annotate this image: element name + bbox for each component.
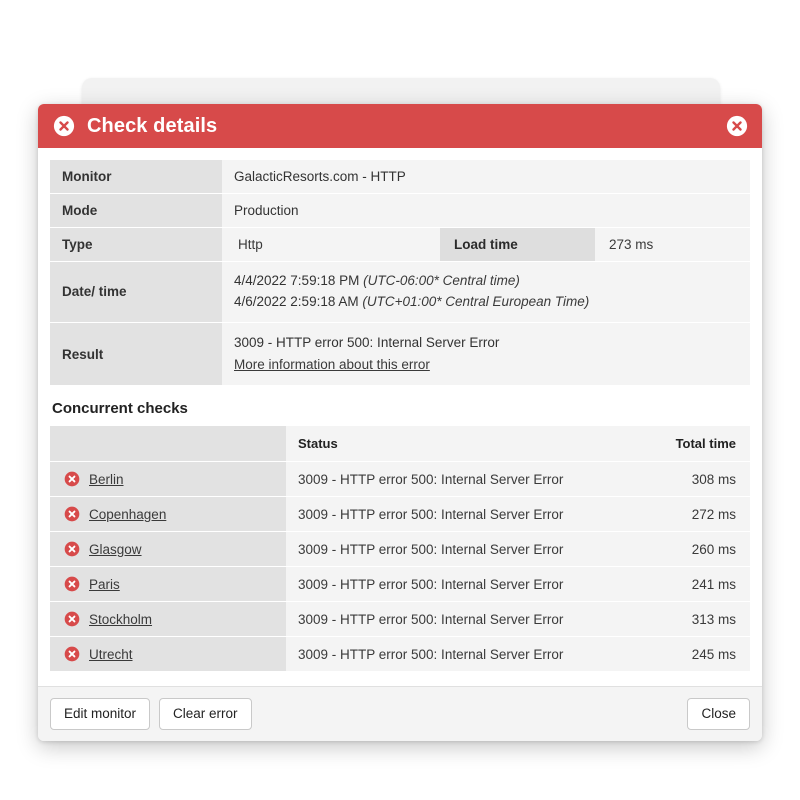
detail-row-datetime: Date/ time 4/4/2022 7:59:18 PM (UTC-06:0…	[50, 261, 750, 323]
datetime-local-tz: (UTC-06:00* Central time)	[363, 273, 520, 288]
dialog-footer: Edit monitor Clear error Close	[38, 686, 762, 741]
city-cell: Paris	[64, 576, 274, 592]
type-loadtime-cell: Http Load time 273 ms	[222, 227, 750, 262]
check-total-time-cell: 245 ms	[614, 636, 750, 673]
error-circle-x-icon	[64, 507, 80, 522]
detail-row-type: Type Http Load time 273 ms	[50, 227, 750, 262]
table-row: Glasgow 3009 - HTTP error 500: Internal S…	[50, 531, 750, 568]
city-link[interactable]: Glasgow	[89, 542, 142, 557]
check-details-table: Monitor GalacticResorts.com - HTTP Mode …	[50, 160, 750, 387]
datetime-value: 4/4/2022 7:59:18 PM (UTC-06:00* Central …	[222, 261, 750, 323]
city-link[interactable]: Berlin	[89, 472, 124, 487]
table-row: Paris 3009 - HTTP error 500: Internal Ser…	[50, 566, 750, 603]
check-total-time-cell: 308 ms	[614, 461, 750, 498]
datetime-line-1: 4/4/2022 7:59:18 PM (UTC-06:00* Central …	[234, 271, 738, 292]
datetime-remote-tz: (UTC+01:00* Central European Time)	[362, 293, 590, 309]
check-location-cell: Stockholm	[50, 601, 286, 638]
table-row: Stockholm 3009 - HTTP error 500: Internal…	[50, 601, 750, 638]
type-label: Type	[50, 227, 222, 262]
monitor-value: GalacticResorts.com - HTTP	[222, 160, 750, 194]
edit-monitor-button[interactable]: Edit monitor	[50, 698, 151, 730]
datetime-local-time: 4/4/2022 7:59:18 PM	[234, 273, 360, 288]
clear-error-button[interactable]: Clear error	[159, 698, 252, 730]
city-link[interactable]: Copenhagen	[89, 507, 166, 522]
error-circle-x-icon	[53, 115, 75, 137]
result-label: Result	[50, 322, 222, 387]
city-link[interactable]: Stockholm	[89, 612, 152, 627]
detail-row-mode: Mode Production	[50, 193, 750, 228]
concurrent-checks-head: Status Total time	[50, 426, 750, 463]
dialog-header: Check details	[38, 104, 762, 148]
detail-row-result: Result 3009 - HTTP error 500: Internal S…	[50, 322, 750, 387]
city-cell: Stockholm	[64, 611, 274, 627]
city-cell: Berlin	[64, 471, 274, 487]
check-details-dialog: Check details Monitor GalacticResorts.co…	[38, 104, 762, 741]
error-circle-x-icon	[64, 577, 80, 592]
check-location-cell: Copenhagen	[50, 496, 286, 533]
load-time-value: 273 ms	[595, 228, 750, 261]
concurrent-checks-body: Berlin 3009 - HTTP error 500: Internal Se…	[50, 461, 750, 673]
check-total-time-cell: 260 ms	[614, 531, 750, 568]
datetime-remote-time: 4/6/2022 2:59:18 AM	[234, 293, 359, 309]
check-location-cell: Glasgow	[50, 531, 286, 568]
check-location-cell: Berlin	[50, 461, 286, 498]
table-header-row: Status Total time	[50, 426, 750, 463]
dialog-body: Monitor GalacticResorts.com - HTTP Mode …	[38, 148, 762, 673]
check-status-cell: 3009 - HTTP error 500: Internal Server E…	[286, 636, 614, 673]
check-status-cell: 3009 - HTTP error 500: Internal Server E…	[286, 566, 614, 603]
column-header-total-time: Total time	[614, 426, 750, 463]
check-status-cell: 3009 - HTTP error 500: Internal Server E…	[286, 601, 614, 638]
close-icon[interactable]	[726, 115, 748, 137]
error-circle-x-icon	[64, 647, 80, 662]
table-row: Berlin 3009 - HTTP error 500: Internal Se…	[50, 461, 750, 498]
mode-value: Production	[222, 193, 750, 228]
check-total-time-cell: 241 ms	[614, 566, 750, 603]
error-circle-x-icon	[64, 542, 80, 557]
result-value: 3009 - HTTP error 500: Internal Server E…	[234, 334, 500, 350]
type-value: Http	[222, 228, 440, 261]
screen: Check details Monitor GalacticResorts.co…	[0, 0, 800, 800]
city-link[interactable]: Paris	[89, 577, 120, 592]
city-link[interactable]: Utrecht	[89, 647, 133, 662]
close-button[interactable]: Close	[687, 698, 750, 730]
load-time-label: Load time	[440, 228, 595, 261]
error-circle-x-icon	[64, 612, 80, 627]
check-status-cell: 3009 - HTTP error 500: Internal Server E…	[286, 461, 614, 498]
error-circle-x-icon	[64, 472, 80, 487]
table-row: Copenhagen 3009 - HTTP error 500: Interna…	[50, 496, 750, 533]
column-header-name	[50, 426, 286, 463]
detail-row-monitor: Monitor GalacticResorts.com - HTTP	[50, 160, 750, 194]
monitor-label: Monitor	[50, 160, 222, 194]
check-location-cell: Paris	[50, 566, 286, 603]
check-status-cell: 3009 - HTTP error 500: Internal Server E…	[286, 496, 614, 533]
check-status-cell: 3009 - HTTP error 500: Internal Server E…	[286, 531, 614, 568]
result-value-cell: 3009 - HTTP error 500: Internal Server E…	[222, 322, 750, 387]
check-location-cell: Utrecht	[50, 636, 286, 673]
table-row: Utrecht 3009 - HTTP error 500: Internal S…	[50, 636, 750, 673]
check-total-time-cell: 313 ms	[614, 601, 750, 638]
page-title: Check details	[87, 114, 218, 137]
datetime-label: Date/ time	[50, 261, 222, 323]
result-more-info-wrap: More information about this error	[234, 354, 738, 376]
check-total-time-cell: 272 ms	[614, 496, 750, 533]
concurrent-checks-table: Status Total time Berlin 3009 - HTTP erro…	[50, 426, 750, 673]
city-cell: Utrecht	[64, 646, 274, 662]
column-header-status: Status	[286, 426, 614, 463]
city-cell: Copenhagen	[64, 506, 274, 522]
concurrent-checks-title: Concurrent checks	[52, 400, 188, 418]
datetime-line-2: 4/6/2022 2:59:18 AM (UTC+01:00* Central …	[234, 292, 738, 313]
city-cell: Glasgow	[64, 541, 274, 557]
type-loadtime-split: Http Load time 273 ms	[222, 228, 750, 261]
more-information-link[interactable]: More information about this error	[234, 357, 430, 372]
mode-label: Mode	[50, 193, 222, 228]
